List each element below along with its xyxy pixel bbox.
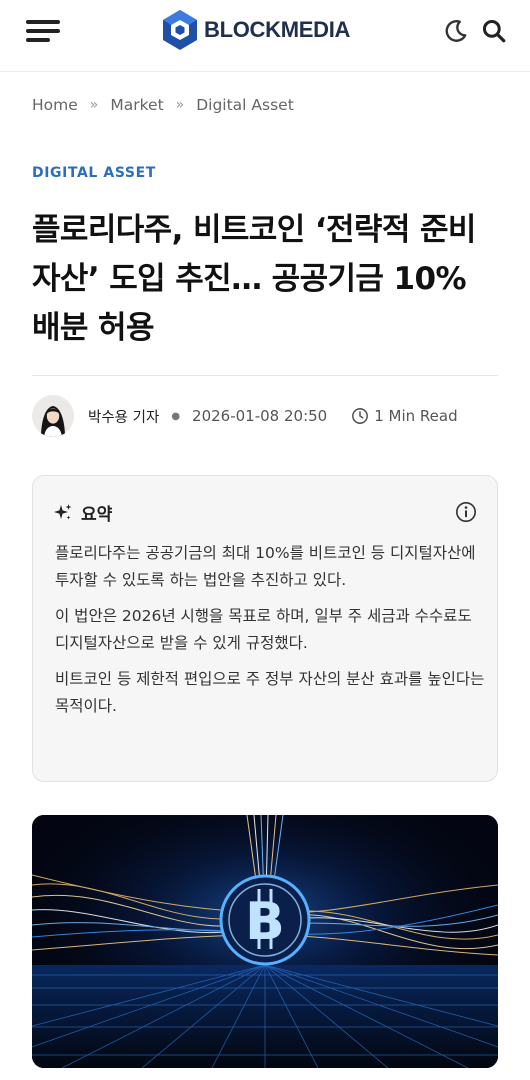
sparkle-icon xyxy=(54,503,72,519)
breadcrumb-separator: » xyxy=(89,97,99,113)
site-logo[interactable]: BLOCKMEDIA xyxy=(160,8,350,52)
summary-item: 비트코인 등 제한적 편입으로 주 정부 자산의 분산 효과를 높인다는 목적이… xyxy=(55,670,485,715)
brand-name: BLOCKMEDIA xyxy=(204,17,351,42)
publish-date: 2026-01-08 20:50 xyxy=(192,407,328,425)
author-name[interactable]: 박수용 기자 xyxy=(88,406,159,427)
breadcrumb-separator: » xyxy=(175,97,185,113)
search-icon[interactable] xyxy=(481,18,507,44)
article-category[interactable]: DIGITAL ASSET xyxy=(32,165,156,181)
summary-header: 요약 xyxy=(53,500,112,525)
meta-separator-dot: ● xyxy=(171,410,181,422)
summary-item: 이 법안은 2026년 시행을 목표로 하며, 일부 주 세금과 수수료도 디지… xyxy=(55,607,472,652)
article-hero-image[interactable]: B xyxy=(32,815,498,1068)
article-title: 플로리다주, 비트코인 ‘전략적 준비자산’ 도입 추진… 공공기금 10% 배… xyxy=(32,212,476,346)
moon-icon[interactable] xyxy=(443,18,469,44)
site-header: BLOCKMEDIA xyxy=(0,0,530,72)
svg-text:B: B xyxy=(245,892,285,952)
bitcoin-network-illustration: B xyxy=(32,815,498,1068)
summary-box: 요약 플로리다주는 공공기금의 최대 10%를 비트코인 등 디지털자산에 투자… xyxy=(32,475,498,782)
author-avatar[interactable] xyxy=(32,395,74,437)
clock-icon xyxy=(352,408,369,424)
article-meta: 박수용 기자 ● 2026-01-08 20:50 1 Min Read xyxy=(32,394,458,438)
breadcrumb-digital-asset[interactable]: Digital Asset xyxy=(196,96,294,114)
summary-item: 플로리다주는 공공기금의 최대 10%를 비트코인 등 디지털자산에 투자할 수… xyxy=(55,544,476,589)
info-icon[interactable] xyxy=(455,501,477,523)
hamburger-menu-icon[interactable] xyxy=(26,18,62,44)
breadcrumb: Home » Market » Digital Asset xyxy=(32,96,294,114)
summary-title: 요약 xyxy=(81,505,113,525)
breadcrumb-market[interactable]: Market xyxy=(110,96,163,114)
read-time: 1 Min Read xyxy=(374,407,458,425)
breadcrumb-home[interactable]: Home xyxy=(32,96,78,114)
divider xyxy=(32,375,498,376)
summary-body: 플로리다주는 공공기금의 최대 10%를 비트코인 등 디지털자산에 투자할 수… xyxy=(55,540,485,729)
blockmedia-logo-icon xyxy=(163,10,197,50)
